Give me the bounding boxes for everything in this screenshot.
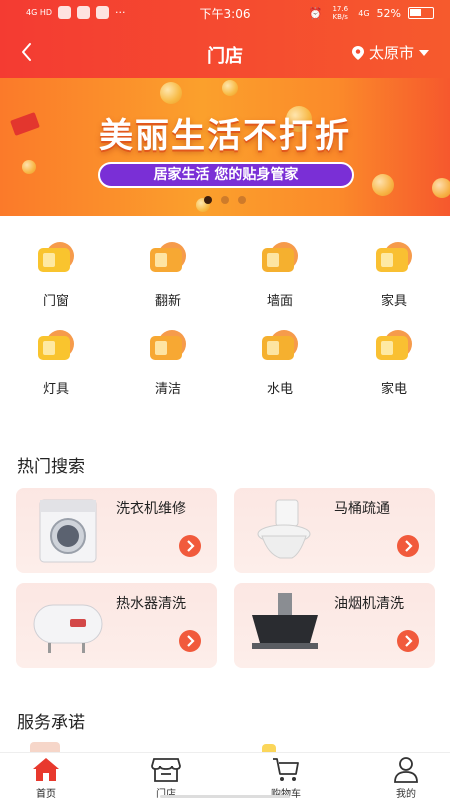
location-pin-icon: [351, 45, 364, 60]
category-label: 清洁: [154, 382, 181, 397]
category-appliance[interactable]: 家电: [338, 318, 450, 398]
decor-coin: [22, 160, 36, 174]
category-renovate[interactable]: 翻新: [112, 230, 224, 310]
window-icon: [38, 242, 74, 272]
hot-search-label: 油烟机清洗: [334, 596, 404, 612]
category-label: 翻新: [154, 294, 181, 309]
category-label: 家具: [380, 294, 407, 309]
tab-mine[interactable]: 我的: [350, 753, 450, 800]
chevron-left-icon: [22, 43, 31, 61]
renovate-icon: [150, 242, 186, 272]
carousel-dots: [0, 196, 450, 204]
alarm-icon: ⏰: [308, 6, 323, 20]
cart-icon: [273, 758, 299, 781]
appliance-icon: [376, 330, 412, 360]
service-title: 服务承诺: [17, 713, 85, 733]
bottom-tab-bar: 首页 门店 购物车 我的: [0, 752, 450, 800]
tab-label: 我的: [396, 789, 416, 800]
service-item-preview: [262, 744, 276, 752]
category-label: 墙面: [266, 294, 293, 309]
user-icon: [394, 757, 418, 783]
top-bar: 4G HD ··· 下午3:06 ⏰ 17.6 KB/s 4G 52% 门店 太…: [0, 0, 450, 78]
category-label: 水电: [266, 382, 293, 397]
hot-search-card[interactable]: 油烟机清洗: [234, 583, 435, 668]
hot-search-label: 热水器清洗: [116, 596, 186, 612]
hot-search-label: 马桶疏通: [334, 501, 390, 517]
range-hood-icon: [252, 593, 318, 649]
back-button[interactable]: [14, 38, 42, 66]
arrow-right-icon[interactable]: [397, 630, 419, 652]
category-cleaning[interactable]: 清洁: [112, 318, 224, 398]
decor-coin: [222, 80, 238, 96]
hot-search-card[interactable]: 马桶疏通: [234, 488, 435, 573]
category-label: 门窗: [42, 294, 69, 309]
category-lamp[interactable]: 灯具: [0, 318, 112, 398]
header: 门店 太原市: [0, 30, 450, 76]
decor-coin: [372, 174, 394, 196]
plumbing-icon: [262, 330, 298, 360]
city-label: 太原市: [368, 44, 414, 62]
lamp-icon: [38, 330, 74, 360]
banner-headline: 美丽生活不打折: [99, 116, 351, 156]
category-furniture[interactable]: 家具: [338, 230, 450, 310]
decor-coin: [432, 178, 450, 198]
promo-banner[interactable]: 美丽生活不打折 居家生活 您的贴身管家: [0, 78, 450, 216]
cleaning-icon: [150, 330, 186, 360]
tab-cart[interactable]: 购物车: [230, 753, 342, 800]
tab-label: 首页: [36, 789, 56, 800]
carousel-dot[interactable]: [204, 196, 212, 204]
store-icon: [151, 758, 181, 782]
water-heater-icon: [33, 604, 103, 653]
hot-search-label: 洗衣机维修: [116, 501, 186, 517]
tab-store[interactable]: 门店: [110, 753, 222, 800]
arrow-right-icon[interactable]: [179, 535, 201, 557]
city-selector[interactable]: 太原市: [351, 42, 430, 63]
home-indicator: [160, 795, 290, 798]
carousel-dot[interactable]: [221, 196, 229, 204]
hot-search-card[interactable]: 热水器清洗: [16, 583, 217, 668]
arrow-right-icon[interactable]: [179, 630, 201, 652]
banner-subline: 居家生活 您的贴身管家: [98, 162, 354, 188]
net-speed: 17.6 KB/s: [332, 5, 349, 21]
tab-home[interactable]: 首页: [0, 753, 102, 800]
hot-search-title: 热门搜索: [17, 457, 85, 477]
status-bar: 4G HD ··· 下午3:06 ⏰ 17.6 KB/s 4G 52%: [0, 0, 450, 26]
furniture-icon: [376, 242, 412, 272]
hot-search-card[interactable]: 洗衣机维修: [16, 488, 217, 573]
category-window[interactable]: 门窗: [0, 230, 112, 310]
category-label: 家电: [380, 382, 407, 397]
wall-icon: [262, 242, 298, 272]
toilet-icon: [257, 499, 311, 559]
category-label: 灯具: [42, 382, 69, 397]
arrow-right-icon[interactable]: [397, 535, 419, 557]
battery-icon: [408, 7, 434, 19]
home-icon: [33, 758, 59, 781]
category-wall[interactable]: 墙面: [224, 230, 336, 310]
category-plumbing[interactable]: 水电: [224, 318, 336, 398]
carousel-dot[interactable]: [238, 196, 246, 204]
signal-indicator: 4G: [358, 8, 370, 18]
washing-machine-icon: [39, 499, 97, 563]
service-item-preview: [30, 742, 60, 752]
battery-percent: 52%: [376, 6, 401, 20]
caret-down-icon: [419, 49, 429, 56]
decor-coin: [160, 82, 182, 104]
